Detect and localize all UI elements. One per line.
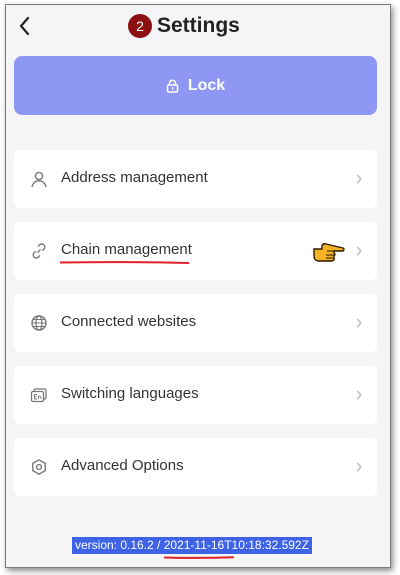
menu-item-switching-languages[interactable]: Switching languages: [14, 366, 377, 424]
menu-item-address-management[interactable]: Address management: [14, 150, 377, 208]
step-badge: 2: [128, 14, 152, 38]
back-button[interactable]: [14, 13, 36, 39]
menu-item-advanced-options[interactable]: Advanced Options: [14, 438, 377, 496]
menu-item-label: Connected websites: [61, 313, 197, 330]
lock-button[interactable]: Lock: [14, 56, 377, 115]
menu-item-label: Chain management: [61, 241, 192, 258]
link-icon: [32, 243, 46, 259]
title-area: 2 Settings: [128, 11, 240, 41]
chevron-right-icon: [356, 318, 362, 328]
menu-item-label: Address management: [61, 169, 208, 186]
menu-item-label: Switching languages: [61, 385, 199, 402]
chevron-right-icon: [356, 246, 362, 256]
red-underline: [60, 261, 189, 264]
chevron-right-icon: [356, 390, 362, 400]
header: 2 Settings: [6, 5, 390, 47]
menu-item-label: Advanced Options: [61, 457, 184, 474]
menu-item-chain-management[interactable]: Chain management: [14, 222, 377, 280]
user-icon: [31, 171, 47, 188]
chevron-right-icon: [356, 462, 362, 472]
lock-icon: [166, 79, 179, 93]
version-text: version: 0.16.2 / 2021-11-16T10:18:32.59…: [72, 537, 312, 554]
language-icon: [30, 388, 47, 403]
menu-item-connected-websites[interactable]: Connected websites: [14, 294, 377, 352]
lock-label: Lock: [187, 76, 226, 94]
chevron-right-icon: [356, 174, 362, 184]
globe-icon: [31, 315, 47, 331]
app-window: 2 Settings Lock Address management Chain…: [5, 4, 391, 568]
page-title: Settings: [157, 14, 240, 37]
settings-icon: [32, 459, 46, 475]
settings-list: Address management Chain management Conn…: [14, 150, 377, 510]
pointing-hand-icon: [313, 243, 345, 262]
chevron-left-icon: [19, 16, 30, 36]
red-underline: [164, 556, 234, 559]
